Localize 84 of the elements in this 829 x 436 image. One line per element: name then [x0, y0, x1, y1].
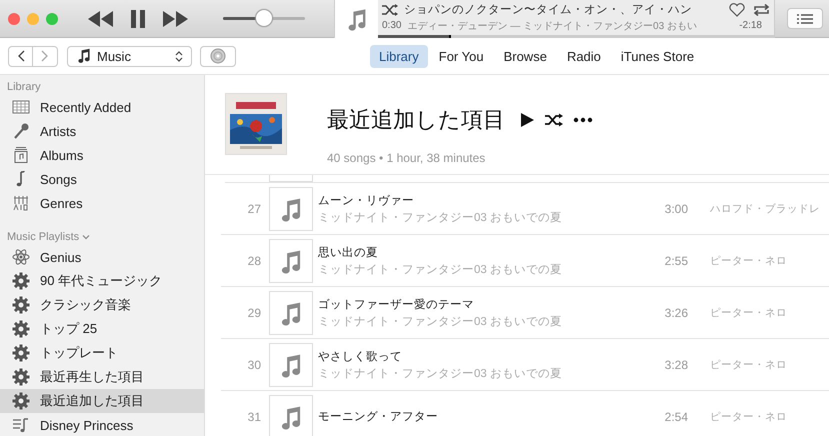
media-picker[interactable]: Music [67, 46, 192, 66]
song-title: ショパンのノクターン〜タイム・オン・、アイ・ハン [404, 3, 693, 17]
gear-icon [12, 344, 30, 362]
device-button[interactable] [200, 46, 236, 66]
elapsed-time: 0:30 [382, 20, 402, 31]
sidebar-item[interactable]: Disney Princess [0, 413, 204, 436]
track-number: 29 [246, 306, 261, 320]
rewind-icon[interactable] [88, 10, 114, 26]
stepper-icon [175, 50, 183, 62]
nav-tab[interactable]: Library [370, 44, 428, 68]
shuffle-icon[interactable] [382, 4, 398, 16]
song-artist-album: エディー・デューデン — ミッドナイト・ファンタジー03 おもい [407, 20, 698, 32]
sidebar-item[interactable]: トップレート [0, 341, 204, 365]
artist-name: ピーター・ネロ [710, 358, 787, 372]
song-title: やさしく歌って [318, 350, 403, 364]
sidebar-item[interactable]: クラシック音楽 [0, 293, 204, 317]
note-icon [76, 48, 92, 64]
artist-name: ピーター・ネロ [710, 254, 787, 268]
gear-icon [12, 320, 30, 338]
sidebar-item[interactable]: 最近再生した項目 [0, 365, 204, 389]
song-duration: 2:55 [664, 254, 688, 268]
nav-tab[interactable]: iTunes Store [612, 44, 704, 68]
artist-name: ピーター・ネロ [710, 410, 787, 424]
song-duration: 3:26 [664, 306, 688, 320]
microphone-icon [12, 122, 30, 140]
sidebar-item[interactable]: 90 年代ミュージック [0, 269, 204, 293]
album-name: ミッドナイト・ファンタジー03 おもいでの夏 [318, 262, 563, 276]
fast-forward-icon[interactable] [162, 10, 188, 26]
album-icon [12, 146, 30, 164]
grid-icon [12, 98, 30, 116]
song-title: モーニング・アフター [318, 410, 439, 424]
album-name: ミッドナイト・ファンタジー03 おもいでの夏 [318, 210, 563, 224]
artist-name: ハロフド・ブラッドレ [710, 202, 820, 216]
album-name: ミッドナイト・ファンタジー03 おもいでの夏 [318, 314, 563, 328]
sidebar-item[interactable]: Songs [0, 167, 204, 191]
back-button[interactable] [8, 46, 33, 66]
sidebar-item[interactable]: Artists [0, 119, 204, 143]
chevron-right-icon [41, 50, 49, 62]
disc-icon [210, 48, 226, 64]
sidebar-item[interactable]: Recently Added [0, 95, 204, 119]
sidebar-item[interactable]: 最近追加した項目 [0, 389, 204, 413]
up-next-button[interactable] [787, 8, 823, 29]
nav-tab[interactable]: Radio [558, 44, 610, 68]
repeat-icon[interactable] [753, 2, 770, 16]
track-number: 31 [246, 410, 261, 424]
sidebar-item[interactable]: トップ 25 [0, 317, 204, 341]
play-icon[interactable] [519, 112, 535, 128]
artist-name: ピーター・ネロ [710, 306, 787, 320]
song-duration: 3:28 [664, 358, 688, 372]
chevron-left-icon [16, 50, 24, 62]
track-number: 27 [246, 202, 261, 216]
sidebar-item[interactable]: Genres [0, 191, 204, 215]
nav-tab[interactable]: Browse [494, 44, 556, 68]
playlist-title: 最近追加した項目 [327, 106, 505, 134]
gear-icon [12, 368, 30, 386]
remaining-time: -2:18 [739, 20, 762, 31]
section-title: Library [7, 81, 41, 93]
gear-icon [12, 296, 30, 314]
chevron-down-icon[interactable] [82, 234, 90, 240]
song-duration: 2:54 [664, 410, 688, 424]
more-icon[interactable] [573, 117, 593, 123]
song-duration: 3:00 [664, 202, 688, 216]
nav-tab[interactable]: For You [430, 44, 493, 68]
progress-bar[interactable] [378, 34, 774, 38]
heart-icon[interactable] [729, 2, 745, 16]
pause-icon[interactable] [129, 10, 147, 28]
list-icon [797, 14, 813, 24]
sidebar-item[interactable]: Genius [0, 245, 204, 269]
track-number: 30 [246, 358, 261, 372]
song-title: 思い出の夏 [318, 246, 379, 260]
gear-icon [12, 392, 30, 410]
media-picker-label: Music [97, 48, 132, 64]
song-title: ゴットファーザー愛のテーマ [318, 298, 475, 312]
playlist-summary: 40 songs • 1 hour, 38 minutes [327, 151, 486, 165]
section-title: Music Playlists [7, 231, 80, 243]
genres-icon [12, 194, 30, 212]
shuffle-icon[interactable] [545, 113, 563, 127]
playlist-icon [12, 416, 30, 434]
gear-icon [12, 272, 30, 290]
track-number: 28 [246, 254, 261, 268]
song-title: ムーン・リヴァー [318, 194, 415, 208]
sidebar-item[interactable]: Albums [0, 143, 204, 167]
album-name: ミッドナイト・ファンタジー03 おもいでの夏 [318, 366, 563, 380]
atom-icon [12, 248, 30, 266]
